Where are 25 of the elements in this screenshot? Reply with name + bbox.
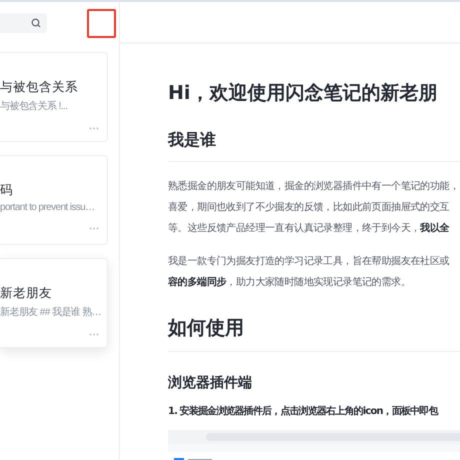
note-snippet: portant to prevent issu… — [0, 202, 95, 213]
paragraph-line: 我是一款专门为掘友打造的学习记录工具，旨在帮助掘友在社区或 — [168, 254, 450, 269]
note-card[interactable]: 新老朋友 新老朋友 ## 我是谁 熟… — [0, 258, 108, 348]
note-title: 新老朋友 — [0, 285, 53, 302]
paragraph-line: 容的多端同步，助力大家随时随地实现记录笔记的需求。 — [168, 275, 412, 290]
note-snippet: 与被包含关系 !... — [0, 100, 68, 113]
more-icon[interactable] — [89, 127, 99, 130]
step-text: 1. 安装掘金浏览器插件后，点击浏览器右上角的icon，面板中即包 — [168, 404, 440, 418]
note-card[interactable]: 与被包含关系 与被包含关系 !... — [0, 52, 108, 142]
paragraph-line: 熟悉掘金的朋友可能知道，掘金的浏览器插件中有一个笔记的功能， — [168, 180, 460, 194]
subsection-heading: 浏览器插件端 — [168, 374, 253, 392]
paragraph-line: 等。这些反馈产品经理一直有认真记录整理，终于到今天，我以全 — [168, 222, 450, 236]
note-card[interactable]: 码 portant to prevent issu… — [0, 155, 108, 245]
article-title: Hi，欢迎使用闪念笔记的新老朋 — [168, 81, 438, 106]
more-icon[interactable] — [89, 333, 99, 336]
note-title: 码 — [0, 182, 14, 199]
note-snippet: 新老朋友 ## 我是谁 熟… — [0, 306, 102, 319]
section-heading: 如何使用 — [168, 315, 460, 352]
search-field[interactable] — [0, 13, 47, 33]
more-icon[interactable] — [89, 227, 99, 230]
highlight-frame — [87, 8, 116, 38]
search-icon — [31, 18, 41, 28]
section-heading: 我是谁 — [168, 130, 460, 162]
note-title: 与被包含关系 — [0, 79, 79, 96]
paragraph-line: 喜爱，期间也收到了不少掘友的反馈，比如此前页面抽屉式的交互 — [168, 200, 450, 215]
